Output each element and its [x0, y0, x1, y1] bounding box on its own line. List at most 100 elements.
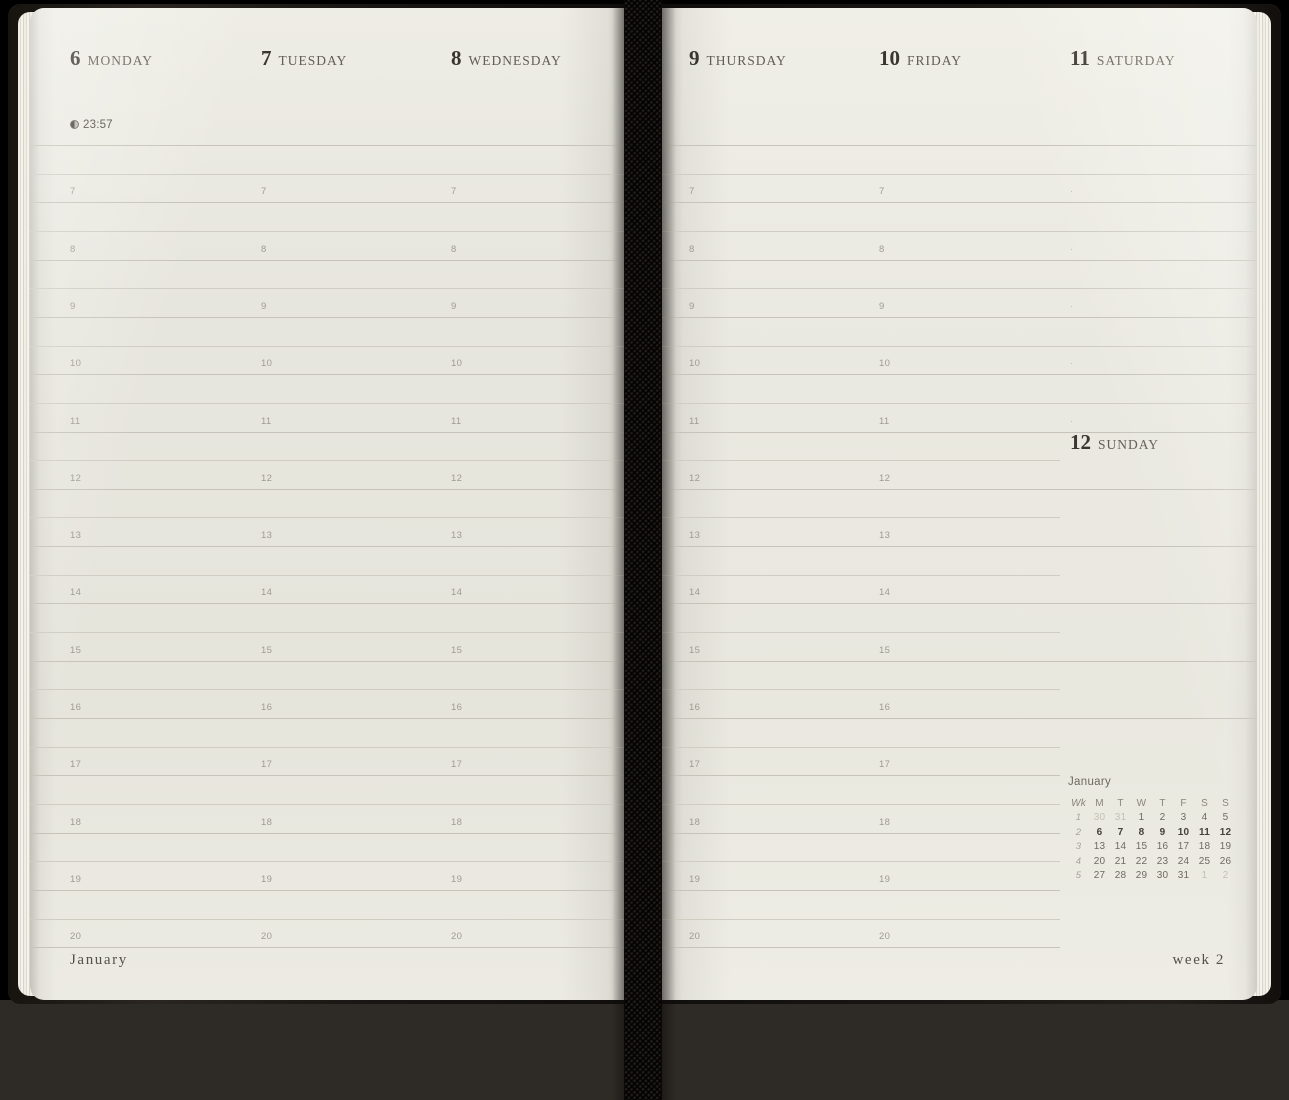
hour-rule [30, 488, 630, 490]
half-hour-rule [30, 574, 630, 576]
mini-cal-weekday-header: T [1117, 797, 1124, 809]
hour-label: 13 [261, 530, 273, 542]
notebook-spine [624, 0, 662, 1100]
mini-cal-day[interactable]: 24 [1173, 854, 1194, 869]
hour-label: 18 [689, 816, 701, 828]
mini-cal-day[interactable]: 13 [1089, 840, 1110, 855]
hour-label: 11 [451, 415, 462, 427]
hour-label: 18 [70, 816, 82, 828]
hour-rule [30, 259, 630, 261]
mini-cal-weekday-header: F [1180, 797, 1187, 809]
hour-label: 7 [689, 186, 695, 198]
mini-cal-day[interactable]: 31 [1173, 869, 1194, 884]
mini-cal-day[interactable]: 4 [1194, 811, 1215, 826]
mini-cal-day[interactable]: 20 [1089, 854, 1110, 869]
mini-cal-day[interactable]: 23 [1152, 854, 1173, 869]
hour-label: 14 [879, 587, 891, 599]
hour-rule [30, 546, 630, 548]
mini-cal-day[interactable]: 29 [1131, 869, 1152, 884]
mini-calendar-table[interactable]: Wk M T W T F S S 1 30 31 1 2 3 4 5 2 6 7 8 9 10 11 12 3 13 14 15 16 1… [1068, 796, 1236, 883]
mini-cal-day[interactable]: 26 [1215, 854, 1236, 869]
mini-cal-day[interactable]: 2 [1215, 869, 1236, 884]
mini-cal-day[interactable]: 10 [1173, 825, 1194, 840]
hour-rule [659, 775, 1060, 777]
mini-cal-day[interactable]: 8 [1131, 825, 1152, 840]
mini-cal-day[interactable]: 21 [1110, 854, 1131, 869]
mini-cal-week-row[interactable]: 5 27 28 29 30 31 1 2 [1068, 869, 1236, 884]
mini-cal-day[interactable]: 9 [1152, 825, 1173, 840]
hour-rule [659, 660, 1060, 662]
hour-label: 10 [70, 358, 82, 370]
mini-cal-day[interactable]: 14 [1110, 840, 1131, 855]
mini-cal-day[interactable]: 25 [1194, 854, 1215, 869]
hour-label: 13 [689, 530, 701, 542]
mini-cal-day[interactable]: 11 [1194, 825, 1215, 840]
mini-cal-week-row[interactable]: 2 6 7 8 9 10 11 12 [1068, 825, 1236, 840]
hour-label: 7 [451, 186, 457, 198]
mini-cal-day[interactable]: 1 [1131, 811, 1152, 826]
mini-cal-week-row[interactable]: 4 20 21 22 23 24 25 26 [1068, 854, 1236, 869]
hour-label: 16 [261, 702, 273, 713]
hour-rule [659, 546, 1060, 548]
mini-cal-day[interactable]: 31 [1110, 811, 1131, 826]
hour-label: 19 [689, 873, 701, 885]
mini-cal-day[interactable]: 27 [1089, 869, 1110, 884]
hour-label: 10 [451, 358, 463, 370]
mini-cal-day[interactable]: 17 [1173, 840, 1194, 855]
mini-cal-weekday-header: M [1095, 797, 1104, 809]
mini-calendar[interactable]: January Wk M T W T F S S 1 30 31 1 2 3 4 5 2 6 7 8 9 10 11 12 3 1… [1068, 776, 1236, 883]
mini-cal-day[interactable]: 19 [1215, 840, 1236, 855]
half-hour-rule [30, 517, 630, 519]
mini-cal-day[interactable]: 30 [1089, 811, 1110, 826]
half-hour-rule [659, 574, 1060, 576]
half-hour-rule [659, 460, 1060, 462]
mini-cal-day[interactable]: 3 [1173, 811, 1194, 826]
saturday-hour-marker: · [1070, 358, 1074, 370]
half-hour-rule [659, 288, 1257, 290]
right-page-footer: week 2 [1172, 952, 1225, 968]
mini-cal-day[interactable]: 30 [1152, 869, 1173, 884]
mini-cal-day[interactable]: 28 [1110, 869, 1131, 884]
mini-cal-week-number: 3 [1075, 841, 1082, 853]
mini-cal-day[interactable]: 12 [1215, 825, 1236, 840]
mini-cal-day[interactable]: 5 [1215, 811, 1236, 826]
hour-label: 17 [879, 759, 891, 771]
hour-rule [659, 603, 1060, 605]
hour-label: 14 [689, 587, 701, 599]
hour-rule [659, 202, 1257, 204]
hour-rule [30, 947, 630, 949]
mini-cal-week-header: Wk [1071, 797, 1086, 809]
mini-cal-week-row[interactable]: 1 30 31 1 2 3 4 5 [1068, 811, 1236, 826]
mini-cal-day[interactable]: 7 [1110, 825, 1131, 840]
mini-cal-day[interactable]: 22 [1131, 854, 1152, 869]
half-hour-rule [659, 803, 1060, 805]
half-hour-rule [659, 861, 1060, 863]
mini-cal-day[interactable]: 18 [1194, 840, 1215, 855]
mini-cal-day[interactable]: 2 [1152, 811, 1173, 826]
mini-cal-day[interactable]: 16 [1152, 840, 1173, 855]
saturday-hour-marker: · [1070, 243, 1074, 255]
mini-cal-day[interactable]: 15 [1131, 840, 1152, 855]
hour-label: 19 [879, 873, 891, 885]
hour-label: 10 [879, 358, 891, 370]
hour-label: 11 [261, 415, 272, 427]
mini-cal-week-number: 4 [1075, 855, 1082, 867]
sunday-rule [1060, 603, 1257, 605]
half-hour-rule [30, 803, 630, 805]
hour-rule [30, 832, 630, 834]
hour-label: 13 [879, 530, 891, 542]
sunday-rule [1060, 718, 1257, 719]
hour-label: 13 [70, 530, 82, 542]
half-hour-rule [30, 918, 630, 920]
mini-cal-week-row[interactable]: 3 13 14 15 16 17 18 19 [1068, 840, 1236, 855]
mini-cal-week-number: 1 [1075, 812, 1082, 824]
day-header-sunday: 12 SUNDAY [1070, 430, 1159, 455]
hour-label: 7 [261, 186, 267, 198]
mini-cal-day[interactable]: 1 [1194, 869, 1215, 884]
mini-cal-day[interactable]: 6 [1089, 825, 1110, 840]
hour-label: 20 [261, 931, 273, 943]
hour-label: 8 [261, 243, 267, 255]
day-number: 12 [1070, 430, 1091, 454]
half-hour-rule [30, 173, 630, 175]
hour-label: 15 [261, 644, 273, 656]
